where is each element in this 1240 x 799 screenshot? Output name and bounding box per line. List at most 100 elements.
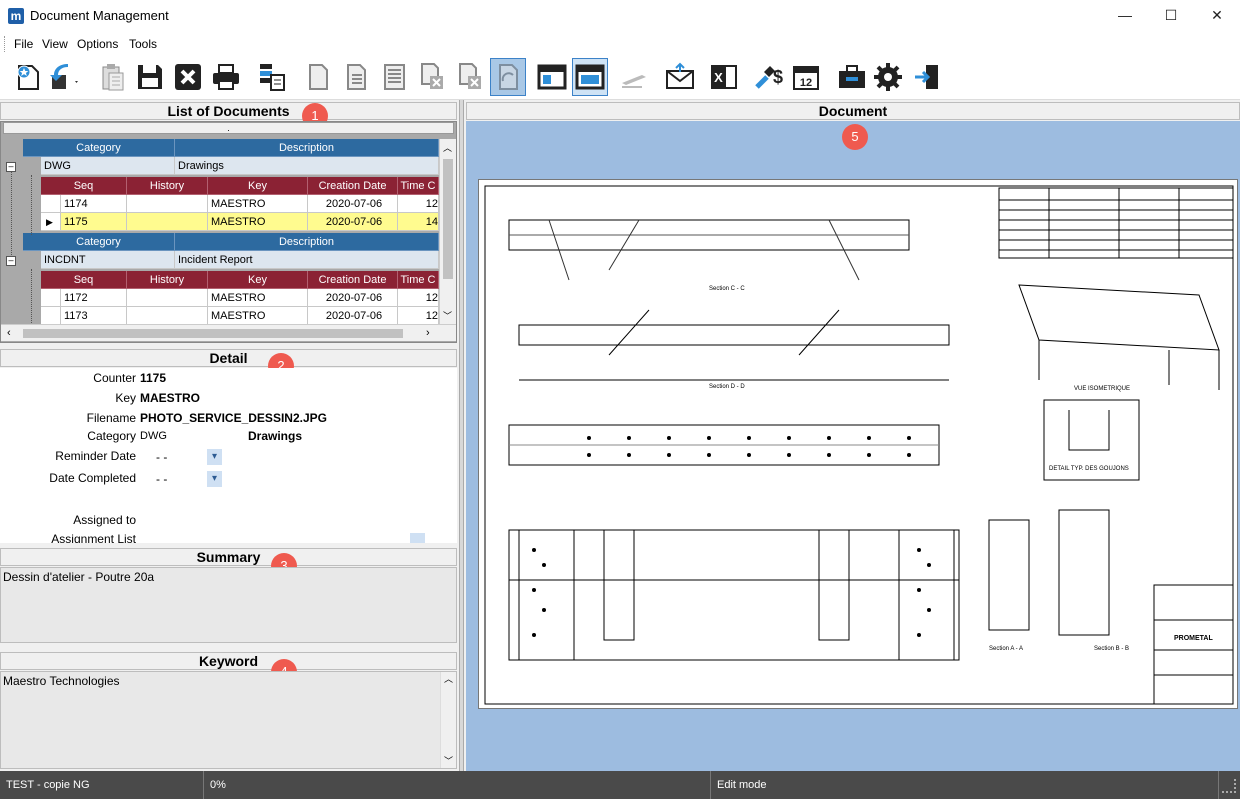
document-lines-icon[interactable] <box>376 58 412 96</box>
keyword-textarea[interactable]: Maestro Technologies ︿ ﹀ <box>0 671 457 769</box>
col-header-history[interactable]: History <box>127 271 208 289</box>
group-header-category[interactable]: Category <box>23 233 175 251</box>
table-row-seq-selected[interactable]: 1175 <box>61 213 127 231</box>
resize-grip-icon[interactable] <box>1222 779 1236 793</box>
toolbox-icon[interactable] <box>834 58 870 96</box>
table-row-date[interactable]: 2020-07-06 <box>308 195 398 213</box>
table-row-date-selected[interactable]: 2020-07-06 <box>308 213 398 231</box>
horizontal-scrollbar[interactable]: ‹ › <box>1 324 456 341</box>
group-header-description[interactable]: Description <box>175 233 439 251</box>
collapse-group-toggle[interactable]: – <box>6 256 16 266</box>
reminder-date-dropdown-icon[interactable]: ▾ <box>207 449 222 465</box>
group-category-dwg[interactable]: DWG <box>41 157 175 175</box>
table-row-date[interactable]: 2020-07-06 <box>308 289 398 307</box>
keyword-scrollbar[interactable]: ︿ ﹀ <box>440 672 456 768</box>
close-button[interactable]: ✕ <box>1194 0 1240 32</box>
table-row-time[interactable]: 12 <box>398 307 439 325</box>
vertical-scrollbar[interactable]: ︿ ﹀ <box>439 139 456 324</box>
table-row-seq[interactable]: 1174 <box>61 195 127 213</box>
table-row-key[interactable]: MAESTRO <box>208 195 308 213</box>
table-row-time-selected[interactable]: 14 <box>398 213 439 231</box>
col-header-history[interactable]: History <box>127 177 208 195</box>
table-row-history[interactable] <box>127 195 208 213</box>
delete-icon[interactable] <box>170 58 206 96</box>
category-code[interactable]: DWG <box>140 430 167 442</box>
scroll-left-icon[interactable]: ‹ <box>7 327 11 339</box>
new-document-icon[interactable] <box>10 58 46 96</box>
settings-icon[interactable] <box>870 58 906 96</box>
group-header-category[interactable]: Category <box>23 139 175 157</box>
group-category-incdnt[interactable]: INCDNT <box>41 251 175 269</box>
email-icon[interactable] <box>662 58 698 96</box>
group-by-bar[interactable]: . <box>3 122 454 134</box>
table-row-history[interactable] <box>127 289 208 307</box>
table-row-key-selected[interactable]: MAESTRO <box>208 213 308 231</box>
copy-document-icon[interactable] <box>414 58 450 96</box>
scroll-down-icon[interactable]: ﹀ <box>444 754 453 767</box>
date-completed-dropdown-icon[interactable]: ▾ <box>207 471 222 487</box>
assignment-list-button[interactable] <box>410 533 425 543</box>
col-header-key[interactable]: Key <box>208 271 308 289</box>
rotate-icon[interactable] <box>490 58 526 96</box>
print-icon[interactable] <box>208 58 244 96</box>
minimize-button[interactable]: — <box>1102 0 1148 32</box>
detail-panel: Counter 1175 Key MAESTRO Filename PHOTO_… <box>0 368 457 543</box>
scroll-down-icon[interactable]: ﹀ <box>443 309 452 322</box>
group-description-incident[interactable]: Incident Report <box>175 251 439 269</box>
documents-grid[interactable]: . Category Description – DWG Drawings Se… <box>0 121 457 343</box>
excel-icon[interactable]: X <box>706 58 742 96</box>
col-header-time[interactable]: Time C <box>398 271 439 289</box>
undo-icon[interactable] <box>46 58 82 96</box>
maximize-button[interactable]: ☐ <box>1148 0 1194 32</box>
table-row-key[interactable]: MAESTRO <box>208 307 308 325</box>
table-row-time[interactable]: 12 <box>398 195 439 213</box>
vertical-splitter[interactable] <box>459 100 464 771</box>
scan-icon[interactable] <box>254 58 290 96</box>
filename-value[interactable]: PHOTO_SERVICE_DESSIN2.JPG <box>140 411 327 425</box>
table-row-seq[interactable]: 1173 <box>61 307 127 325</box>
pen-icon[interactable] <box>616 58 652 96</box>
table-row-history-selected[interactable] <box>127 213 208 231</box>
table-row-history[interactable] <box>127 307 208 325</box>
collapse-group-toggle[interactable]: – <box>6 162 16 172</box>
scroll-up-icon[interactable]: ︿ <box>443 141 452 154</box>
calendar-icon[interactable]: 12 <box>788 58 824 96</box>
exit-icon[interactable] <box>910 58 946 96</box>
col-header-seq[interactable]: Seq <box>41 177 127 195</box>
summary-textarea[interactable]: Dessin d'atelier - Poutre 20a <box>0 567 457 643</box>
pricing-icon[interactable]: $ <box>752 58 788 96</box>
horizontal-scroll-thumb[interactable] <box>23 329 403 338</box>
col-header-key[interactable]: Key <box>208 177 308 195</box>
col-header-seq[interactable]: Seq <box>41 271 127 289</box>
group-header-description[interactable]: Description <box>175 139 439 157</box>
blank-page-icon[interactable] <box>300 58 336 96</box>
window-icon[interactable] <box>534 58 570 96</box>
menu-view[interactable]: View <box>42 37 68 51</box>
date-completed-field[interactable]: - - <box>156 472 167 486</box>
row-indicator <box>41 307 61 325</box>
col-header-time[interactable]: Time C <box>398 177 439 195</box>
menu-options[interactable]: Options <box>77 37 118 51</box>
copy-document-x-icon[interactable] <box>452 58 488 96</box>
table-row-time[interactable]: 12 <box>398 289 439 307</box>
save-icon[interactable] <box>132 58 168 96</box>
menu-file[interactable]: File <box>14 37 33 51</box>
window-active-icon[interactable] <box>572 58 608 96</box>
menu-tools[interactable]: Tools <box>129 37 157 51</box>
col-header-creation-date[interactable]: Creation Date <box>308 271 398 289</box>
table-row-key[interactable]: MAESTRO <box>208 289 308 307</box>
reminder-date-field[interactable]: - - <box>156 450 167 464</box>
drawing-sheet[interactable]: Section C - C Section D - D Section A - … <box>478 179 1238 709</box>
paste-icon[interactable] <box>94 58 130 96</box>
menu-grip <box>4 36 7 52</box>
key-value[interactable]: MAESTRO <box>140 391 200 405</box>
text-page-icon[interactable] <box>338 58 374 96</box>
col-header-creation-date[interactable]: Creation Date <box>308 177 398 195</box>
vertical-scroll-thumb[interactable] <box>443 159 453 279</box>
group-description-drawings[interactable]: Drawings <box>175 157 439 175</box>
table-row-date[interactable]: 2020-07-06 <box>308 307 398 325</box>
scroll-up-icon[interactable]: ︿ <box>444 672 453 685</box>
scroll-right-icon[interactable]: › <box>426 327 430 339</box>
table-row-seq[interactable]: 1172 <box>61 289 127 307</box>
summary-section-header: Summary <box>0 548 457 566</box>
